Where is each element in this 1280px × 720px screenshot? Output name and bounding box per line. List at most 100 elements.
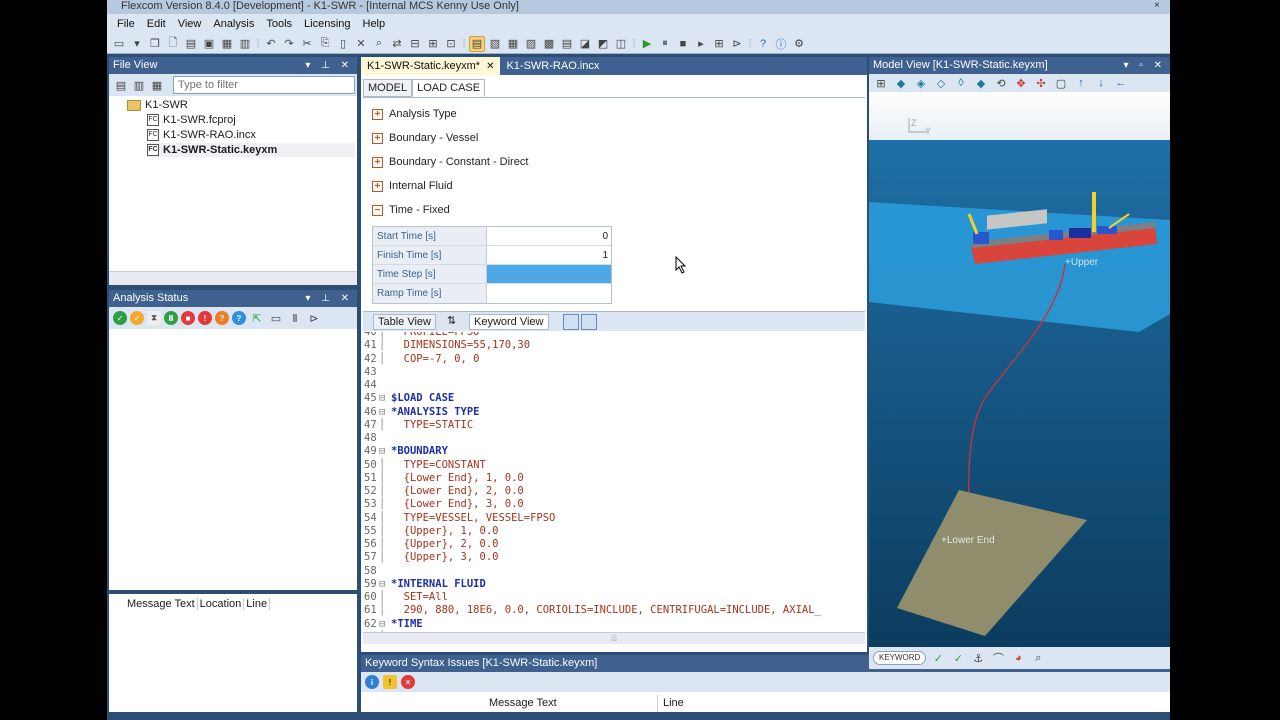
- color-wheel-icon[interactable]: ◕: [1010, 650, 1026, 666]
- section-time-fixed[interactable]: − Time - Fixed: [372, 204, 450, 216]
- failed-status-icon[interactable]: ?: [215, 311, 229, 325]
- column-line[interactable]: Line: [244, 598, 271, 610]
- tab-load-case[interactable]: LOAD CASE: [412, 79, 486, 97]
- info-icon[interactable]: i: [365, 675, 379, 689]
- column-line[interactable]: Line: [663, 697, 684, 709]
- tab-static-keyxm[interactable]: K1-SWR-Static.keyxm* ✕: [361, 57, 501, 75]
- ramp-time-field[interactable]: [487, 284, 611, 303]
- clear-icon[interactable]: ▭: [268, 310, 284, 326]
- undo-icon[interactable]: ↶: [263, 36, 279, 52]
- code-line[interactable]: 55 │ {Upper}, 1, 0.0: [363, 525, 498, 538]
- menu-analysis[interactable]: Analysis: [207, 18, 260, 30]
- save-icon[interactable]: ▣: [201, 36, 217, 52]
- close-tab-icon[interactable]: ✕: [486, 61, 494, 72]
- keyword-code-editor[interactable]: 40 │ PROFILE=FPSO 41 │ DIMENSIONS=55,170,30…: [363, 332, 865, 632]
- unknown-status-icon[interactable]: ?: [232, 311, 246, 325]
- error-status-icon[interactable]: !: [198, 311, 212, 325]
- keyword-button[interactable]: KEYWORD: [873, 651, 927, 665]
- skip-icon[interactable]: ⊳: [729, 36, 745, 52]
- pause-icon[interactable]: ⏸: [657, 36, 673, 52]
- collapse-icon[interactable]: −: [372, 204, 383, 216]
- menu-help[interactable]: Help: [357, 18, 392, 30]
- time-step-field[interactable]: [487, 265, 611, 283]
- view-cube-icon[interactable]: ◆: [893, 75, 909, 91]
- code-line[interactable]: 47 │ TYPE=STATIC: [363, 419, 473, 432]
- close-window-button[interactable]: ×: [1154, 1, 1166, 11]
- finish-time-field[interactable]: 1: [487, 246, 611, 264]
- check-icon[interactable]: ✓: [930, 650, 946, 666]
- fold-icon[interactable]: ⊟: [379, 406, 391, 419]
- tree-file-item[interactable]: FC K1-SWR.fcproj: [147, 113, 236, 127]
- delete-icon[interactable]: ✕: [353, 36, 369, 52]
- chart-icon[interactable]: ▨: [523, 36, 539, 52]
- menu-licensing[interactable]: Licensing: [298, 18, 356, 30]
- code-line[interactable]: 56 │ {Upper}, 2, 0.0: [363, 538, 498, 551]
- fold-icon[interactable]: ⊟: [379, 392, 391, 405]
- warning-icon[interactable]: !: [383, 675, 397, 689]
- help-icon[interactable]: ?: [755, 36, 771, 52]
- swap-view-icon[interactable]: ⇅: [447, 314, 456, 327]
- code-line[interactable]: 45 ⊟ $LOAD CASE: [363, 392, 454, 405]
- stop-icon[interactable]: ■: [675, 36, 691, 52]
- arrow-down-icon[interactable]: ↓: [1093, 75, 1109, 91]
- curve-icon[interactable]: ⌒: [990, 650, 1006, 666]
- batch-icon[interactable]: ⊞: [711, 36, 727, 52]
- new-dropdown-icon[interactable]: ▾: [129, 36, 145, 52]
- run-options-icon[interactable]: ▸: [693, 36, 709, 52]
- code-line[interactable]: 54 │ TYPE=VESSEL, VESSEL=FPSO: [363, 512, 555, 525]
- format-icon[interactable]: ⊡: [443, 36, 459, 52]
- code-line[interactable]: 41 │ DIMENSIONS=55,170,30: [363, 339, 530, 352]
- code-line[interactable]: 52 │ {Lower End}, 2, 0.0: [363, 485, 524, 498]
- menu-tools[interactable]: Tools: [260, 18, 298, 30]
- code-line[interactable]: 62 ⊟ *TIME: [363, 618, 423, 631]
- copy-icon[interactable]: ⎘: [317, 36, 333, 52]
- error-icon[interactable]: ✕: [401, 675, 415, 689]
- tree-file-item-selected[interactable]: FC K1-SWR-Static.keyxm: [147, 143, 355, 157]
- expand-icon[interactable]: +: [372, 156, 383, 168]
- tree-root-folder[interactable]: K1-SWR: [127, 98, 188, 112]
- section-analysis-type[interactable]: + Analysis Type: [372, 108, 457, 120]
- panel-controls[interactable]: ▾ ⊥ ✕: [305, 57, 353, 74]
- comment-icon[interactable]: ⊟: [407, 36, 423, 52]
- split-view-icon[interactable]: [563, 314, 579, 330]
- code-line[interactable]: 60 │ SET=All: [363, 591, 448, 604]
- uncomment-icon[interactable]: ⊞: [425, 36, 441, 52]
- paste-icon[interactable]: ▯: [335, 36, 351, 52]
- cut-icon[interactable]: ✂: [299, 36, 315, 52]
- horizontal-scrollbar[interactable]: [109, 271, 357, 285]
- column-message-text[interactable]: Message Text: [125, 598, 198, 610]
- tab-keyword-view[interactable]: Keyword View: [469, 314, 549, 330]
- export-icon[interactable]: ⇱: [249, 310, 265, 326]
- code-line[interactable]: 46 ⊟ *ANALYSIS TYPE: [363, 406, 480, 419]
- view-side-icon[interactable]: ◇: [933, 75, 949, 91]
- file-filter-input[interactable]: [173, 76, 355, 94]
- view-front-icon[interactable]: ◈: [913, 75, 929, 91]
- hourglass-icon[interactable]: ⧗: [147, 311, 161, 325]
- panel-controls[interactable]: ▾ ⊥ ✕: [305, 290, 353, 307]
- add-file-icon[interactable]: ▤: [113, 77, 129, 93]
- code-line[interactable]: 58: [363, 565, 391, 578]
- anchor-icon[interactable]: ⚓: [970, 650, 986, 666]
- arrow-up-icon[interactable]: ↑: [1073, 75, 1089, 91]
- code-line[interactable]: 49 ⊟ *BOUNDARY: [363, 445, 448, 458]
- about-icon[interactable]: ⓘ: [773, 36, 789, 52]
- summary-icon[interactable]: ▤: [559, 36, 575, 52]
- arrow-left-icon[interactable]: ←: [1113, 75, 1129, 91]
- code-line[interactable]: 44: [363, 379, 391, 392]
- completed-icon[interactable]: ✓: [113, 311, 127, 325]
- render-icon[interactable]: ▢: [1053, 75, 1069, 91]
- code-line[interactable]: 43: [363, 366, 391, 379]
- section-boundary-vessel[interactable]: + Boundary - Vessel: [372, 132, 478, 144]
- rotate-icon[interactable]: ⟲: [993, 75, 1009, 91]
- code-line[interactable]: 50 │ TYPE=CONSTANT: [363, 459, 486, 472]
- open-window-icon[interactable]: ❐: [147, 36, 163, 52]
- code-line[interactable]: 57 │ {Upper}, 3, 0.0: [363, 551, 498, 564]
- run-icon[interactable]: ▶: [639, 36, 655, 52]
- code-line[interactable]: 53 │ {Lower End}, 3, 0.0: [363, 498, 524, 511]
- code-line[interactable]: 48: [363, 432, 391, 445]
- view-top-icon[interactable]: ◊: [953, 75, 969, 91]
- model-view-icon[interactable]: ▧: [487, 36, 503, 52]
- replace-icon[interactable]: ⇄: [389, 36, 405, 52]
- settings-icon[interactable]: ⚙: [791, 36, 807, 52]
- table-icon[interactable]: ▦: [505, 36, 521, 52]
